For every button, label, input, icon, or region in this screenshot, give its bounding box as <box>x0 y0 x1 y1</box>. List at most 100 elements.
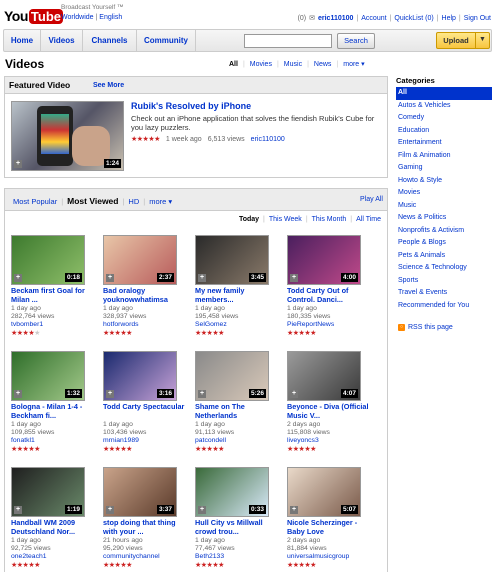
add-to-quicklist-icon[interactable]: + <box>14 390 22 398</box>
category-item[interactable]: Film & Animation <box>396 150 492 163</box>
video-title[interactable]: Bologna - Milan 1-4 - Beckham fi... <box>11 402 95 420</box>
video-thumbnail[interactable]: +3:45 <box>195 235 269 285</box>
upload-button[interactable]: Upload <box>436 32 476 49</box>
video-title[interactable]: Beckam first Goal for Milan ... <box>11 286 95 304</box>
add-to-quicklist-icon[interactable]: + <box>106 274 114 282</box>
tab-most-viewed[interactable]: Most Viewed <box>63 196 122 206</box>
video-thumbnail[interactable]: +2:37 <box>103 235 177 285</box>
add-to-quicklist-icon[interactable]: + <box>14 274 22 282</box>
time-this-week[interactable]: This Week <box>265 216 306 223</box>
add-to-quicklist-icon[interactable]: + <box>198 274 206 282</box>
video-author[interactable]: Beth2133 <box>195 553 224 560</box>
quicklist-link[interactable]: QuickList (0) <box>394 15 433 22</box>
category-item[interactable]: People & Blogs <box>396 237 492 250</box>
username-link[interactable]: eric110100 <box>318 15 353 22</box>
account-link[interactable]: Account <box>361 15 386 22</box>
video-title[interactable]: Shame on The Netherlands <box>195 402 279 420</box>
mail-icon[interactable]: ✉ <box>309 14 315 22</box>
add-to-quicklist-icon[interactable]: + <box>106 390 114 398</box>
category-item[interactable]: Entertainment <box>396 137 492 150</box>
featured-author[interactable]: eric110100 <box>251 136 285 143</box>
tab-more-dropdown[interactable]: more ▾ <box>145 197 176 206</box>
add-to-quicklist-icon[interactable]: + <box>198 390 206 398</box>
filter-news[interactable]: News <box>309 61 337 68</box>
category-item[interactable]: News & Politics <box>396 212 492 225</box>
search-input[interactable] <box>244 34 332 48</box>
video-author[interactable]: communitychannel <box>103 553 160 560</box>
video-title[interactable]: Beyonce - Diva (Official Music V... <box>287 402 371 420</box>
video-author[interactable]: universalmusicgroup <box>287 553 349 560</box>
add-to-quicklist-icon[interactable]: + <box>198 506 206 514</box>
tab-community[interactable]: Community <box>137 30 196 51</box>
upload-dropdown-icon[interactable]: ▼ <box>475 32 490 49</box>
video-thumbnail[interactable]: +3:37 <box>103 467 177 517</box>
video-thumbnail[interactable]: +0:18 <box>11 235 85 285</box>
play-all-link[interactable]: Play All <box>360 196 383 203</box>
category-item[interactable]: Gaming <box>396 162 492 175</box>
video-thumbnail[interactable]: +0:33 <box>195 467 269 517</box>
video-author[interactable]: mrnian1989 <box>103 437 139 444</box>
video-title[interactable]: Bad oralogy youknowwhatimsa <box>103 286 187 304</box>
category-item[interactable]: Comedy <box>396 112 492 125</box>
time-all-time[interactable]: All Time <box>352 216 385 223</box>
video-author[interactable]: SelGomez <box>195 321 227 328</box>
category-item[interactable]: Pets & Animals <box>396 250 492 263</box>
language-link[interactable]: English <box>99 14 122 21</box>
category-item[interactable]: Movies <box>396 187 492 200</box>
video-author[interactable]: hotforwords <box>103 321 139 328</box>
category-item[interactable]: Music <box>396 200 492 213</box>
category-item[interactable]: Nonprofits & Activism <box>396 225 492 238</box>
filter-more-dropdown[interactable]: more ▾ <box>338 60 369 68</box>
video-title[interactable]: Todd Carty Spectacular <box>103 402 187 412</box>
video-author[interactable]: liveyoncs3 <box>287 437 319 444</box>
recommended-link[interactable]: Recommended for You <box>398 302 469 309</box>
time-this-month[interactable]: This Month <box>308 216 351 223</box>
filter-movies[interactable]: Movies <box>245 61 277 68</box>
video-title[interactable]: Nicole Scherzinger - Baby Love <box>287 518 371 536</box>
add-to-quicklist-icon[interactable]: + <box>14 160 22 168</box>
video-thumbnail[interactable]: +4:07 <box>287 351 361 401</box>
video-title[interactable]: Todd Carty Out of Control. Danci... <box>287 286 371 304</box>
tab-videos[interactable]: Videos <box>41 30 83 51</box>
add-to-quicklist-icon[interactable]: + <box>106 506 114 514</box>
see-more-link[interactable]: See More <box>93 82 124 89</box>
category-item[interactable]: Travel & Events <box>396 287 492 300</box>
category-item[interactable]: Education <box>396 125 492 138</box>
tab-channels[interactable]: Channels <box>83 30 137 51</box>
add-to-quicklist-icon[interactable]: + <box>290 390 298 398</box>
mail-count[interactable]: (0) <box>298 15 307 22</box>
video-thumbnail[interactable]: +4:00 <box>287 235 361 285</box>
search-button[interactable]: Search <box>337 33 375 49</box>
video-author[interactable]: PieReportNews <box>287 321 334 328</box>
video-title[interactable]: Handball WM 2009 Deutschland Nor... <box>11 518 95 536</box>
category-item[interactable]: Science & Technology <box>396 262 492 275</box>
filter-music[interactable]: Music <box>279 61 307 68</box>
add-to-quicklist-icon[interactable]: + <box>290 274 298 282</box>
video-title[interactable]: Hull City vs Millwall crowd trou... <box>195 518 279 536</box>
tab-most-popular[interactable]: Most Popular <box>9 197 61 206</box>
time-today[interactable]: Today <box>235 216 263 223</box>
video-thumbnail[interactable]: +5:07 <box>287 467 361 517</box>
category-item[interactable]: Howto & Style <box>396 175 492 188</box>
category-item[interactable]: Sports <box>396 275 492 288</box>
category-item[interactable]: Autos & Vehicles <box>396 100 492 113</box>
tab-hd[interactable]: HD <box>124 197 143 206</box>
video-thumbnail[interactable]: +1:32 <box>11 351 85 401</box>
video-thumbnail[interactable]: +1:19 <box>11 467 85 517</box>
help-link[interactable]: Help <box>442 15 456 22</box>
youtube-logo[interactable]: You Tube <box>4 4 63 24</box>
featured-thumbnail[interactable]: + 1:24 <box>11 101 124 171</box>
filter-all[interactable]: All <box>224 61 243 68</box>
video-thumbnail[interactable]: +3:16 <box>103 351 177 401</box>
video-title[interactable]: stop doing that thing with your ... <box>103 518 187 536</box>
rss-link[interactable]: ○ RSS this page <box>398 324 453 331</box>
video-author[interactable]: one2teach1 <box>11 553 47 560</box>
add-to-quicklist-icon[interactable]: + <box>14 506 22 514</box>
video-author[interactable]: fonatkl1 <box>11 437 35 444</box>
tab-home[interactable]: Home <box>4 30 41 51</box>
video-thumbnail[interactable]: +5:26 <box>195 351 269 401</box>
featured-title[interactable]: Rubik's Resolved by iPhone <box>131 101 251 111</box>
video-author[interactable]: patcondell <box>195 437 226 444</box>
video-title[interactable]: My new family members... <box>195 286 279 304</box>
video-author[interactable]: tvbomber1 <box>11 321 43 328</box>
